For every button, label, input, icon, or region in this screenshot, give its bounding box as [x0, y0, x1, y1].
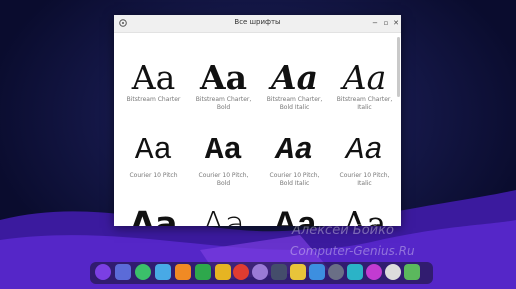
video-icon[interactable]: [215, 264, 231, 280]
font-manager-window: Все шрифты − ▫ ✕ Aa Bitstream Charter Aa…: [114, 15, 401, 226]
scrollbar[interactable]: [397, 37, 400, 97]
network-icon[interactable]: [328, 264, 344, 280]
store-icon[interactable]: [175, 264, 191, 280]
font-sample: Aa: [345, 133, 384, 168]
files-icon[interactable]: [155, 264, 171, 280]
watermark-site: Computer-Genius.Ru: [290, 244, 415, 258]
font-name-line2: Bold: [216, 104, 231, 111]
font-card[interactable]: Aa: [118, 207, 189, 226]
font-name-line2: Italic: [357, 180, 372, 187]
font-name: Courier 10 Pitch,: [269, 172, 320, 179]
font-name-line2: Bold Italic: [279, 180, 310, 187]
minimize-icon[interactable]: −: [370, 18, 380, 28]
font-name: Courier 10 Pitch,: [198, 172, 249, 179]
font-name-line2: Bold: [216, 180, 231, 187]
font-sample: Aa: [275, 133, 314, 168]
maximize-icon[interactable]: ▫: [381, 18, 391, 28]
launcher-icon[interactable]: [95, 264, 111, 280]
font-name: Bitstream Charter,: [195, 96, 252, 103]
notes-icon[interactable]: [115, 264, 131, 280]
font-card[interactable]: Aa Bitstream Charter, Bold Italic: [259, 61, 330, 112]
font-sample: Aa: [204, 133, 243, 168]
font-sample: Aa: [271, 58, 318, 97]
font-card[interactable]: Aa Courier 10 Pitch: [118, 135, 189, 180]
font-name-line2: Italic: [357, 104, 372, 111]
settings-icon[interactable]: [252, 264, 268, 280]
font-card[interactable]: Aa Courier 10 Pitch, Bold Italic: [259, 135, 330, 188]
font-sample: Aa: [202, 204, 245, 226]
font-card[interactable]: Aa Courier 10 Pitch, Bold: [188, 135, 259, 188]
font-name-line2: Bold Italic: [279, 104, 310, 111]
trash-icon[interactable]: [271, 264, 287, 280]
font-card[interactable]: Aa: [188, 207, 259, 226]
browser-icon[interactable]: [233, 264, 249, 280]
calendar-icon[interactable]: [309, 264, 325, 280]
font-sample: Aa: [131, 58, 176, 97]
archive-icon[interactable]: [290, 264, 306, 280]
titlebar: Все шрифты − ▫ ✕: [114, 15, 401, 33]
font-card[interactable]: Aa Bitstream Charter: [118, 61, 189, 104]
font-name: Bitstream Charter,: [336, 96, 393, 103]
watermark-author: Алексей Бойко: [292, 223, 394, 238]
music-icon[interactable]: [195, 264, 211, 280]
close-icon[interactable]: ✕: [391, 18, 401, 28]
font-name: Bitstream Charter,: [266, 96, 323, 103]
font-name: Courier 10 Pitch: [129, 172, 178, 179]
font-sample: Aa: [342, 58, 387, 97]
terminal-icon[interactable]: [347, 264, 363, 280]
power-icon[interactable]: [366, 264, 382, 280]
toggle-icon[interactable]: [135, 264, 151, 280]
font-card[interactable]: Aa Bitstream Charter, Bold: [188, 61, 259, 112]
font-card[interactable]: Aa Courier 10 Pitch, Italic: [329, 135, 400, 188]
font-card[interactable]: Aa Bitstream Charter, Italic: [329, 61, 400, 112]
clock-icon[interactable]: [385, 264, 401, 280]
window-title: Все шрифты: [234, 18, 281, 26]
font-sample: Aa: [134, 133, 173, 168]
font-name: Bitstream Charter: [126, 96, 181, 103]
font-sample: Aa: [129, 204, 178, 226]
font-name: Courier 10 Pitch,: [339, 172, 390, 179]
recycle-icon[interactable]: [404, 264, 420, 280]
font-sample: Aa: [200, 58, 247, 97]
